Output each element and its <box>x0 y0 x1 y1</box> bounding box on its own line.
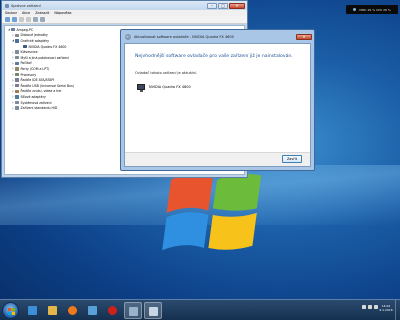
windows-flag-icon <box>8 308 15 315</box>
device-category-icon <box>15 56 19 60</box>
scan-icon[interactable] <box>33 17 38 22</box>
dialog-footer: Zavřít <box>125 152 310 166</box>
device-manager-titlebar[interactable]: Správce zařízení – □ × <box>2 1 247 10</box>
taskbar-item[interactable] <box>144 302 162 319</box>
device-name: NVIDIA Quadro FX 4600 <box>149 85 191 89</box>
clock-date: 9.1.2016 <box>379 308 393 312</box>
menu-soubor[interactable]: Soubor <box>5 11 17 15</box>
toolbar <box>2 16 247 24</box>
store-icon <box>88 306 97 315</box>
menu-akce[interactable]: Akce <box>22 11 30 15</box>
tray-arrow-icon[interactable] <box>362 305 366 309</box>
device-category-icon <box>15 67 19 71</box>
device-category-icon <box>15 72 19 77</box>
driver-update-dialog: ← Aktualizovat software ovladače - NVIDI… <box>120 29 315 171</box>
device-category-icon <box>15 100 19 105</box>
tree-row-label: Řadiče zvuku, videa a her <box>20 89 62 94</box>
tree-row-label: Síťové adaptéry <box>20 94 46 99</box>
device-category-icon <box>23 44 27 49</box>
menu-zobrazit[interactable]: Zobrazit <box>35 11 49 15</box>
tree-row-label: Klávesnice <box>20 50 38 55</box>
tree-row-label: Porty (COM a LPT) <box>20 66 50 71</box>
display-adapter-icon <box>137 84 145 92</box>
close-button[interactable]: × <box>229 2 245 9</box>
media-player-icon <box>68 306 77 315</box>
device-category-icon <box>15 78 19 82</box>
tree-row-label: Grafické adaptéry <box>20 38 50 43</box>
tree-row-label: Myši a jiná polohovací zařízení <box>20 55 70 60</box>
tree-row-label: Procesory <box>20 72 37 77</box>
dialog-close-button[interactable]: × <box>296 33 312 40</box>
minimize-button[interactable]: – <box>207 2 217 9</box>
taskbar-item[interactable] <box>124 302 142 319</box>
maximize-button[interactable]: □ <box>218 2 228 9</box>
close-dialog-button[interactable]: Zavřít <box>282 155 302 163</box>
back-arrow-icon[interactable]: ← <box>125 33 131 40</box>
taskbar-item[interactable] <box>84 302 102 319</box>
tree-row-label: Diskové jednotky <box>20 33 48 38</box>
taskbar-item[interactable] <box>104 302 122 319</box>
device-category-icon <box>15 39 19 43</box>
back-icon[interactable] <box>5 17 10 22</box>
dialog-title: Aktualizovat software ovladače - NVIDIA … <box>134 34 234 39</box>
dialog-heading: Nejvhodnější software ovladače pro vaše … <box>135 54 293 59</box>
clock[interactable]: 14:02 9.1.2016 <box>378 304 394 312</box>
forward-icon[interactable] <box>12 17 17 22</box>
tree-row-label: Ampeg-PC <box>16 27 34 32</box>
tree-row-label: Počítač <box>20 61 32 66</box>
device-category-icon <box>15 33 19 38</box>
dialog-status: Ovladač tohoto zařízení je aktuální. <box>135 71 197 75</box>
tree-row-label: Systémová zařízení <box>20 100 52 105</box>
device-category-icon <box>11 28 15 32</box>
explorer-icon <box>48 306 57 315</box>
mail-icon <box>149 307 158 316</box>
start-button[interactable] <box>2 302 19 319</box>
device-manager-title: Správce zařízení <box>11 3 41 8</box>
properties-icon[interactable] <box>19 17 24 22</box>
device-manager-icon <box>129 307 138 316</box>
device-category-icon <box>15 89 19 94</box>
tree-row-label: NVIDIA Quadro FX 4600 <box>28 44 67 49</box>
gadget-icon <box>353 8 357 11</box>
device-category-icon <box>15 61 19 66</box>
device-category-icon <box>15 106 19 110</box>
dialog-titlebar[interactable]: ← Aktualizovat software ovladače - NVIDI… <box>121 30 314 43</box>
help-icon[interactable] <box>26 17 31 22</box>
tree-row-label: Řadiče USB (Universal Serial Bus) <box>20 83 75 88</box>
show-desktop-button[interactable] <box>395 300 400 320</box>
taskbar-item[interactable] <box>24 302 42 319</box>
update-driver-icon[interactable] <box>40 17 45 22</box>
menu-napoveda[interactable]: Nápověda <box>54 11 71 15</box>
device-category-icon <box>15 84 19 88</box>
taskbar: 14:02 9.1.2016 <box>0 299 400 320</box>
device-category-icon <box>15 50 19 54</box>
cpu-meter-gadget: MMC 26 % CPU 28 % <box>346 5 398 14</box>
opera-icon <box>108 306 117 315</box>
taskbar-item[interactable] <box>64 302 82 319</box>
dialog-body: Nejvhodnější software ovladače pro vaše … <box>124 43 311 167</box>
device-entry: NVIDIA Quadro FX 4600 <box>137 84 191 92</box>
device-category-icon <box>15 95 19 99</box>
gadget-text: MMC 26 % CPU 28 % <box>359 7 391 12</box>
system-tray <box>362 305 378 309</box>
network-icon[interactable] <box>368 305 372 309</box>
tree-row-label: Řadiče IDE ATA/ATAPI <box>20 78 55 83</box>
tree-row-label: Zařízení standardu HID <box>20 106 58 111</box>
ie-icon <box>28 306 37 315</box>
taskbar-item[interactable] <box>44 302 62 319</box>
